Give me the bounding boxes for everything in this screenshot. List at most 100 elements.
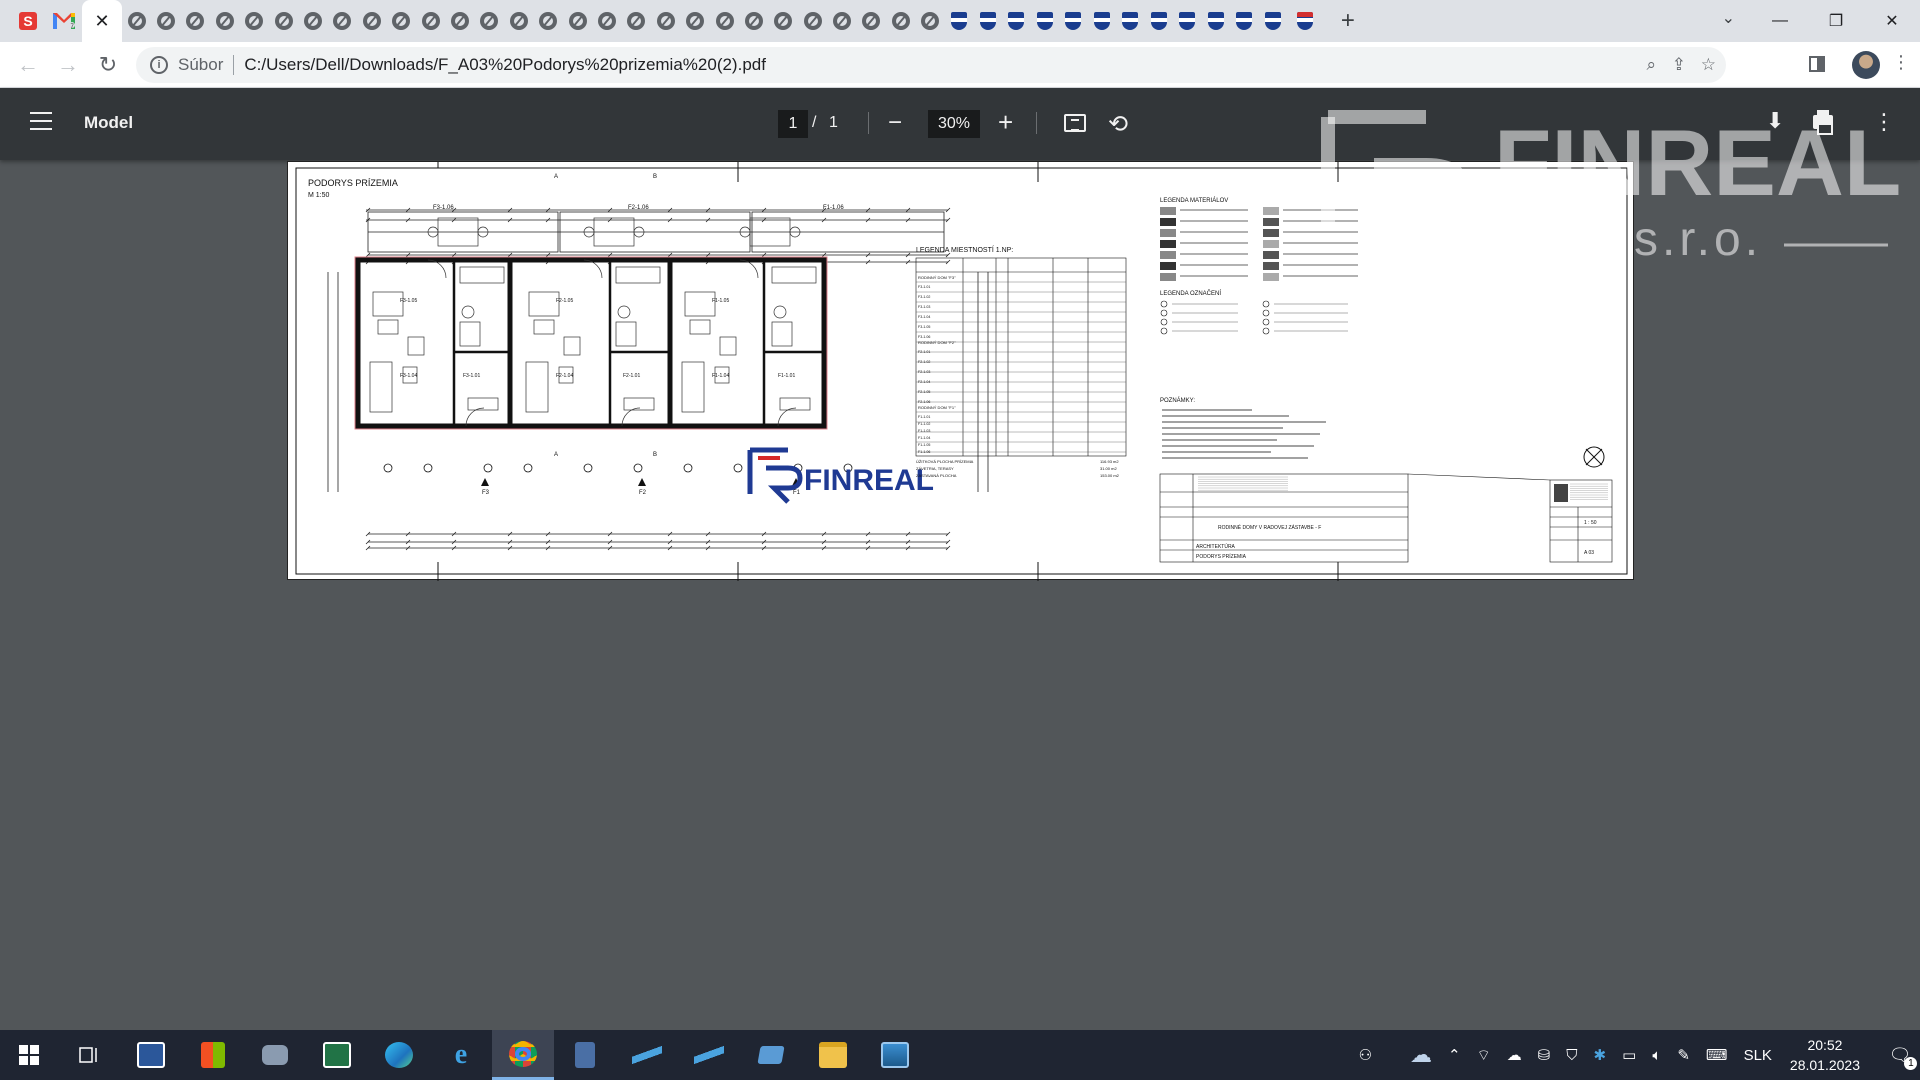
volume-icon[interactable]: 🔈︎ — [1652, 1047, 1661, 1064]
tab-globe[interactable] — [504, 0, 533, 42]
address-bar[interactable]: i Súbor C:/Users/Dell/Downloads/F_A03%20… — [136, 47, 1726, 83]
taskbar-edge[interactable] — [368, 1030, 430, 1080]
url-text[interactable]: C:/Users/Dell/Downloads/F_A03%20Podorys%… — [244, 55, 766, 75]
pen-icon[interactable]: ✎ — [1677, 1046, 1690, 1064]
tab-globe[interactable] — [739, 0, 768, 42]
tab-shield[interactable] — [1002, 0, 1031, 42]
tab-globe[interactable] — [328, 0, 357, 42]
tab-shield[interactable] — [1230, 0, 1259, 42]
taskbar-explorer[interactable] — [802, 1030, 864, 1080]
zoom-input[interactable]: 30% — [928, 110, 980, 138]
page-number-input[interactable]: 1 — [778, 110, 808, 138]
tab-shield[interactable] — [1144, 0, 1173, 42]
tab-shield[interactable] — [1173, 0, 1202, 42]
more-actions-icon[interactable]: ⋮ — [1873, 109, 1895, 135]
forward-button[interactable]: → — [48, 45, 88, 85]
clock[interactable]: 20:52 28.01.2023 — [1790, 1035, 1860, 1075]
show-hidden-icons-chevron-icon[interactable]: ⌃ — [1448, 1046, 1461, 1064]
tab-globe[interactable] — [298, 0, 327, 42]
profile-avatar[interactable] — [1852, 51, 1880, 79]
info-icon[interactable]: i — [150, 56, 168, 74]
side-panel-icon[interactable] — [1809, 56, 1825, 72]
bluetooth-icon[interactable]: ✱ — [1594, 1046, 1607, 1064]
cloud-icon[interactable]: ☁ — [1507, 1046, 1522, 1064]
minimize-button[interactable]: — — [1752, 0, 1808, 42]
tab-active-pdf[interactable]: ✕ — [82, 0, 122, 42]
tab-globe[interactable] — [357, 0, 386, 42]
zoom-icon[interactable]: ⌕ — [1646, 55, 1656, 75]
tab-shield[interactable] — [973, 0, 1002, 42]
tab-globe[interactable] — [416, 0, 445, 42]
tab-globe[interactable] — [827, 0, 856, 42]
battery-icon[interactable]: ▭ — [1622, 1046, 1636, 1064]
tab-shield[interactable] — [945, 0, 974, 42]
fit-to-page-icon[interactable] — [1064, 114, 1086, 132]
keyboard-icon[interactable]: ⌨ — [1706, 1046, 1728, 1064]
tab-globe[interactable] — [857, 0, 886, 42]
pdf-sidebar-menu-icon[interactable] — [30, 112, 52, 130]
tab-globe[interactable] — [680, 0, 709, 42]
rotate-icon[interactable]: ⟲ — [1108, 110, 1128, 139]
tab-shield[interactable] — [1087, 0, 1116, 42]
tab-globe[interactable] — [886, 0, 915, 42]
tab-globe[interactable] — [563, 0, 592, 42]
tab-globe[interactable] — [622, 0, 651, 42]
tab-globe[interactable] — [651, 0, 680, 42]
tab-globe[interactable] — [445, 0, 474, 42]
taskbar-photos[interactable] — [864, 1030, 926, 1080]
zoom-in-button[interactable]: + — [998, 107, 1013, 138]
taskbar-remote[interactable] — [740, 1030, 802, 1080]
back-button[interactable]: ← — [8, 45, 48, 85]
tab-globe[interactable] — [387, 0, 416, 42]
defender-icon[interactable]: ⛉ — [1566, 1047, 1577, 1064]
bookmark-star-icon[interactable]: ☆ — [1701, 55, 1716, 75]
tab-globe[interactable] — [240, 0, 269, 42]
tab-globe[interactable] — [798, 0, 827, 42]
task-view-button[interactable] — [58, 1030, 120, 1080]
hardware-icon[interactable]: ⛁ — [1538, 1046, 1551, 1064]
tab-shield[interactable] — [1116, 0, 1145, 42]
chrome-menu-icon[interactable]: ⋮ — [1892, 52, 1910, 73]
tab-shield[interactable] — [1258, 0, 1287, 42]
taskbar-calculator[interactable] — [554, 1030, 616, 1080]
start-button[interactable] — [0, 1030, 58, 1080]
notifications-button[interactable]: 🗨︎ 1 — [1880, 1030, 1920, 1080]
restore-button[interactable]: ❐ — [1808, 0, 1864, 42]
tab-globe[interactable] — [122, 0, 151, 42]
onedrive-cloud-icon[interactable]: ☁ — [1410, 1042, 1432, 1068]
taskbar-app-blue1[interactable] — [616, 1030, 678, 1080]
taskbar-excel[interactable] — [306, 1030, 368, 1080]
taskbar-word[interactable] — [120, 1030, 182, 1080]
wifi-icon[interactable]: ⌔ — [1477, 1046, 1491, 1065]
tab-globe[interactable] — [269, 0, 298, 42]
tab-globe[interactable] — [710, 0, 739, 42]
tab-globe[interactable] — [181, 0, 210, 42]
tab-shield[interactable] — [1059, 0, 1088, 42]
tab-globe[interactable] — [475, 0, 504, 42]
tab-globe[interactable] — [533, 0, 562, 42]
print-icon[interactable] — [1813, 110, 1833, 135]
close-window-button[interactable]: ✕ — [1864, 0, 1920, 42]
tab-gmail[interactable]: 7 — [46, 0, 82, 42]
share-icon[interactable]: ⇪ — [1672, 55, 1686, 75]
tab-globe[interactable] — [916, 0, 945, 42]
taskbar-store[interactable] — [182, 1030, 244, 1080]
pdf-page[interactable]: PODORYS PRÍZEMIA M 1:50 F3-1.06 F2-1.06 — [287, 161, 1634, 581]
close-tab-icon[interactable]: ✕ — [94, 12, 109, 30]
taskbar-app-blue2[interactable] — [678, 1030, 740, 1080]
zoom-out-button[interactable]: − — [888, 109, 902, 137]
tab-globe[interactable] — [592, 0, 621, 42]
tab-globe[interactable] — [769, 0, 798, 42]
taskbar-camera[interactable] — [244, 1030, 306, 1080]
tab-shield[interactable] — [1201, 0, 1230, 42]
download-icon[interactable]: ⬇ — [1766, 108, 1784, 134]
reload-button[interactable]: ↻ — [88, 45, 128, 85]
tab-search-chevron-icon[interactable]: ⌄ — [1722, 8, 1735, 28]
people-icon[interactable]: ⚇ — [1359, 1046, 1372, 1064]
tab-globe[interactable] — [210, 0, 239, 42]
tab-globe[interactable] — [151, 0, 180, 42]
new-tab-button[interactable]: + — [1333, 7, 1363, 35]
language-indicator[interactable]: SLK — [1744, 1047, 1772, 1064]
tab-shield[interactable] — [1030, 0, 1059, 42]
tab-shield-red[interactable] — [1287, 0, 1323, 42]
